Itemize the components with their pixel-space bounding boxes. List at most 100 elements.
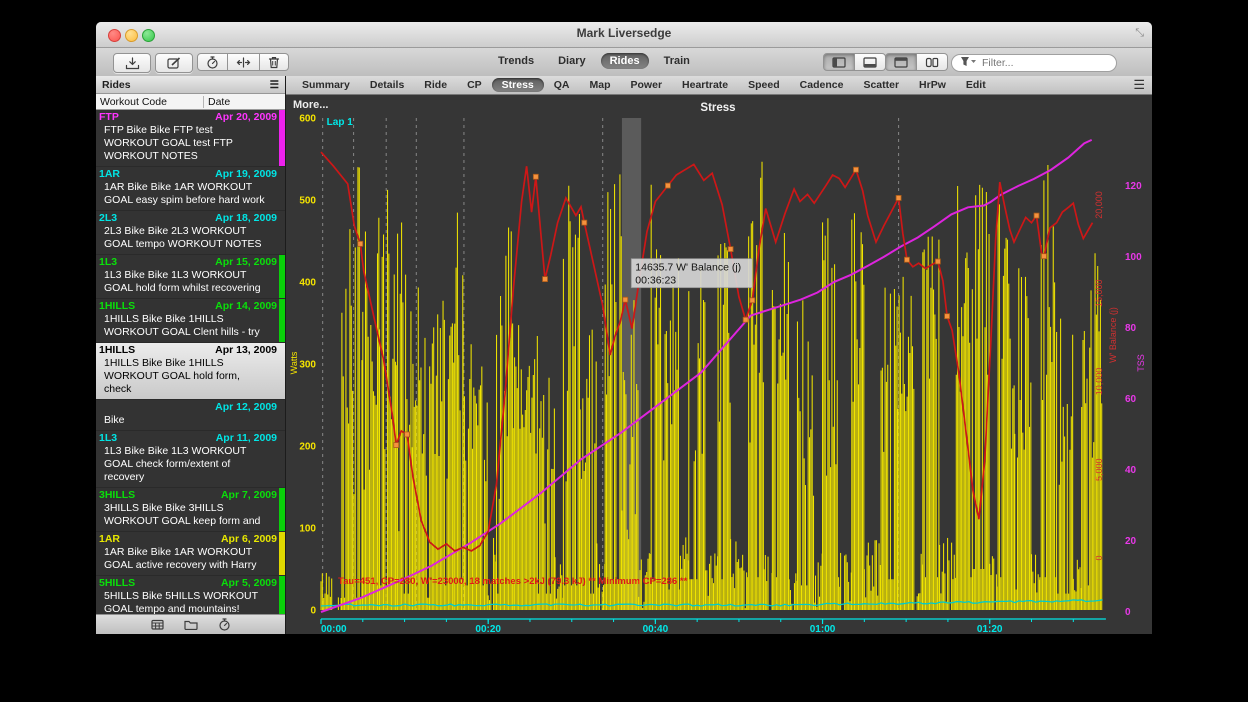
filter-field-wrap <box>951 53 1117 71</box>
title-bar[interactable]: Mark Liversedge ⤡ <box>96 22 1152 48</box>
view-tab-train[interactable]: Train <box>655 53 699 69</box>
stopwatch-button[interactable] <box>197 53 228 71</box>
tss-tick-label: 0 <box>1125 607 1131 618</box>
filter-input[interactable] <box>951 54 1117 72</box>
ride-row[interactable]: 1L3Apr 15, 20091L3 Bike Bike 1L3 WORKOUT… <box>96 255 285 299</box>
ride-row[interactable]: Apr 12, 2009Bike <box>96 400 285 431</box>
match-marker <box>405 432 410 437</box>
chart-tab-edit[interactable]: Edit <box>956 78 996 92</box>
ride-row[interactable]: FTPApr 20, 2009FTP Bike Bike FTP test WO… <box>96 110 285 167</box>
watts-tick-label: 100 <box>299 524 316 535</box>
sidebar-header: Rides ☰ <box>96 76 285 94</box>
toggle-lowbar-button[interactable] <box>855 53 886 71</box>
delete-button[interactable] <box>260 53 289 71</box>
main-toolbar: Trends Diary Rides Train <box>96 48 1152 78</box>
chart-tab-power[interactable]: Power <box>621 78 673 92</box>
ride-color-bar <box>279 299 285 342</box>
chart-tab-cadence[interactable]: Cadence <box>790 78 854 92</box>
more-link[interactable]: More... <box>293 99 328 111</box>
ride-head: 1L3Apr 15, 2009 <box>99 256 277 269</box>
chart-tab-details[interactable]: Details <box>360 78 414 92</box>
ride-date: Apr 14, 2009 <box>215 300 277 313</box>
ride-date: Apr 12, 2009 <box>215 401 277 414</box>
ride-row[interactable]: 1HILLSApr 14, 20091HILLS Bike Bike 1HILL… <box>96 299 285 343</box>
watts-tick-label: 500 <box>299 196 316 207</box>
cp-annotation: Tau=451, CP=280, W'=23000, 18 matches >2… <box>338 576 688 587</box>
view-tab-trends[interactable]: Trends <box>489 53 543 69</box>
ride-date: Apr 20, 2009 <box>215 111 277 124</box>
ride-code: 1AR <box>99 533 120 546</box>
ride-date: Apr 18, 2009 <box>215 212 277 225</box>
wbal-tick-label: 0 <box>1094 555 1104 560</box>
chart-tab-summary[interactable]: Summary <box>292 78 360 92</box>
ride-description: 1AR Bike Bike 1AR WORKOUT GOAL easy spim… <box>99 181 269 207</box>
wbal-axis-title: W' Balance (j) <box>1108 307 1118 363</box>
chart-tab-scatter[interactable]: Scatter <box>853 78 909 92</box>
tooltip-value: 14635.7 W' Balance (j) <box>635 262 741 274</box>
lowbar-toggle-icon <box>863 57 877 68</box>
ride-color-bar <box>279 576 285 614</box>
ride-date: Apr 13, 2009 <box>215 344 277 357</box>
ride-row[interactable]: 3HILLSApr 7, 20093HILLS Bike Bike 3HILLS… <box>96 488 285 532</box>
ride-color-bar <box>279 488 285 531</box>
sidebar-column-headers[interactable]: Workout Code Date <box>96 94 285 110</box>
compose-button[interactable] <box>155 53 193 73</box>
stress-chart-canvas[interactable]: Lap 10100200300400500600Watts05,00010,00… <box>286 95 1152 634</box>
chart-tab-hrpw[interactable]: HrPw <box>909 78 956 92</box>
ride-date: Apr 5, 2009 <box>221 577 277 590</box>
ride-row[interactable]: 1HILLSApr 13, 20091HILLS Bike Bike 1HILL… <box>96 343 285 400</box>
view-tab-rides[interactable]: Rides <box>601 53 649 69</box>
import-button[interactable] <box>113 53 151 73</box>
chart-tab-cp[interactable]: CP <box>457 78 492 92</box>
content-row: Rides ☰ Workout Code Date FTP Apr 20, 200… <box>96 76 1152 634</box>
view-tab-diary[interactable]: Diary <box>549 53 595 69</box>
folder-icon[interactable] <box>184 619 198 630</box>
match-marker <box>1042 254 1047 259</box>
match-marker <box>750 298 755 303</box>
ride-date: Apr 7, 2009 <box>221 489 277 502</box>
ride-row[interactable]: 1AR Apr 19, 20091AR Bike Bike 1AR WORKOUT… <box>96 167 285 211</box>
ride-code: 1AR <box>99 168 120 181</box>
sidebar-menu-icon[interactable]: ☰ <box>270 79 279 91</box>
calendar-icon[interactable] <box>151 619 164 630</box>
tabbed-view-button[interactable] <box>885 53 917 71</box>
ride-row[interactable]: 2L3Apr 18, 20092L3 Bike Bike 2L3 WORKOUT… <box>96 211 285 255</box>
split-interval-button[interactable] <box>228 53 260 71</box>
ride-head: 2L3Apr 18, 2009 <box>99 212 277 225</box>
column-workout-code[interactable]: Workout Code <box>96 96 203 108</box>
chart-tab-speed[interactable]: Speed <box>738 78 790 92</box>
ride-date: Apr 19, 2009 <box>215 168 277 181</box>
ride-row[interactable]: 1L3Apr 11, 20091L3 Bike Bike 1L3 WORKOUT… <box>96 431 285 488</box>
lap-label: Lap 1 <box>327 117 354 128</box>
window-title: Mark Liversedge <box>96 26 1152 40</box>
chart-tab-ride[interactable]: Ride <box>414 78 457 92</box>
chart-menu-icon[interactable]: ☰ <box>1133 77 1145 93</box>
match-marker <box>1034 213 1039 218</box>
stopwatch-icon[interactable] <box>218 618 231 631</box>
chart-tab-stress[interactable]: Stress <box>492 78 544 92</box>
match-marker <box>853 167 858 172</box>
ride-code: FTP <box>99 111 119 124</box>
tss-tick-label: 100 <box>1125 252 1142 263</box>
chart-tab-map[interactable]: Map <box>580 78 621 92</box>
toggle-sidebar-button[interactable] <box>823 53 855 71</box>
split-icon <box>236 57 251 68</box>
tiled-view-icon <box>925 57 939 68</box>
match-marker <box>358 241 363 246</box>
fullscreen-icon[interactable]: ⤡ <box>1135 27 1144 40</box>
sidebar-footer <box>96 614 285 634</box>
wbal-tick-label: 15,000 <box>1094 279 1104 307</box>
ride-code: 5HILLS <box>99 577 135 590</box>
layout-toggle-group-2 <box>885 53 948 71</box>
ride-code: 1HILLS <box>99 300 135 313</box>
column-date[interactable]: Date <box>203 96 285 108</box>
chart-tab-heartrate[interactable]: Heartrate <box>672 78 738 92</box>
ride-row[interactable]: 1ARApr 6, 20091AR Bike Bike 1AR WORKOUT … <box>96 532 285 576</box>
stress-chart-area[interactable]: Lap 10100200300400500600Watts05,00010,00… <box>286 95 1152 634</box>
ride-row[interactable]: 5HILLSApr 5, 20095HILLS Bike 5HILLS WORK… <box>96 576 285 614</box>
match-marker <box>945 314 950 319</box>
tiled-view-button[interactable] <box>917 53 948 71</box>
app-window: Mark Liversedge ⤡ TrendsDiaryRidesTrain … <box>96 22 1152 634</box>
match-marker <box>394 443 399 448</box>
chart-tab-qa[interactable]: QA <box>544 78 580 92</box>
